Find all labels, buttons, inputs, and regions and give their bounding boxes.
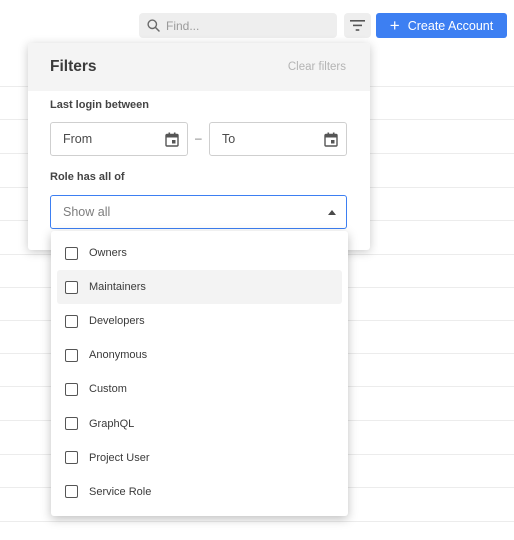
last-login-label: Last login between [50, 99, 150, 111]
role-option-label: Maintainers [89, 281, 146, 294]
role-option-maintainers[interactable]: Maintainers [57, 270, 342, 305]
from-date-field[interactable]: From [50, 122, 188, 156]
role-option-service-role[interactable]: Service Role [57, 475, 342, 509]
role-select-value: Show all [63, 205, 111, 219]
role-option-label: Service Role [89, 485, 152, 498]
filters-panel: Filters Clear filters Last login between… [28, 43, 370, 250]
role-dropdown-menu: Owners Maintainers Developers Anonymous … [51, 231, 348, 516]
role-option-anonymous[interactable]: Anonymous [57, 338, 342, 372]
page: + Create Account Filters Clear filters L… [0, 0, 514, 540]
calendar-icon[interactable] [324, 132, 338, 147]
role-option-label: Developers [89, 315, 145, 328]
to-date-field[interactable]: To [209, 122, 347, 156]
search-input[interactable] [166, 18, 326, 33]
role-option-label: Anonymous [89, 349, 148, 362]
role-select[interactable]: Show all [50, 195, 347, 229]
filters-title: Filters [50, 58, 97, 75]
role-option-label: Owners [89, 247, 127, 260]
filters-header: Filters Clear filters [28, 43, 370, 91]
calendar-icon[interactable] [165, 132, 179, 147]
role-label: Role has all of [50, 171, 125, 183]
role-option-developers[interactable]: Developers [57, 304, 342, 338]
checkbox[interactable] [65, 246, 78, 260]
role-option-owners[interactable]: Owners [57, 236, 342, 270]
checkbox[interactable] [65, 382, 78, 396]
role-option-label: GraphQL [89, 417, 135, 430]
checkbox[interactable] [65, 348, 78, 362]
filter-button[interactable] [344, 13, 371, 38]
search-icon [147, 19, 160, 32]
from-placeholder: From [63, 132, 93, 146]
clear-filters-button[interactable]: Clear filters [288, 61, 346, 73]
create-account-button[interactable]: + Create Account [376, 13, 507, 38]
checkbox[interactable] [65, 417, 78, 431]
role-option-graphql[interactable]: GraphQL [57, 406, 342, 440]
checkbox[interactable] [65, 451, 78, 465]
checkbox[interactable] [65, 280, 78, 294]
checkbox[interactable] [65, 485, 78, 499]
list-divider [0, 521, 514, 522]
date-range-separator: – [195, 131, 202, 145]
to-placeholder: To [222, 132, 236, 146]
role-option-label: Project User [89, 451, 150, 464]
create-account-label: Create Account [407, 18, 494, 33]
checkbox[interactable] [65, 314, 78, 328]
role-option-custom[interactable]: Custom [57, 372, 342, 406]
filter-icon [350, 20, 365, 31]
caret-up-icon [328, 209, 336, 215]
role-option-label: Custom [89, 383, 127, 396]
plus-icon: + [389, 16, 400, 35]
search-box[interactable] [139, 13, 337, 38]
role-option-project-user[interactable]: Project User [57, 441, 342, 475]
